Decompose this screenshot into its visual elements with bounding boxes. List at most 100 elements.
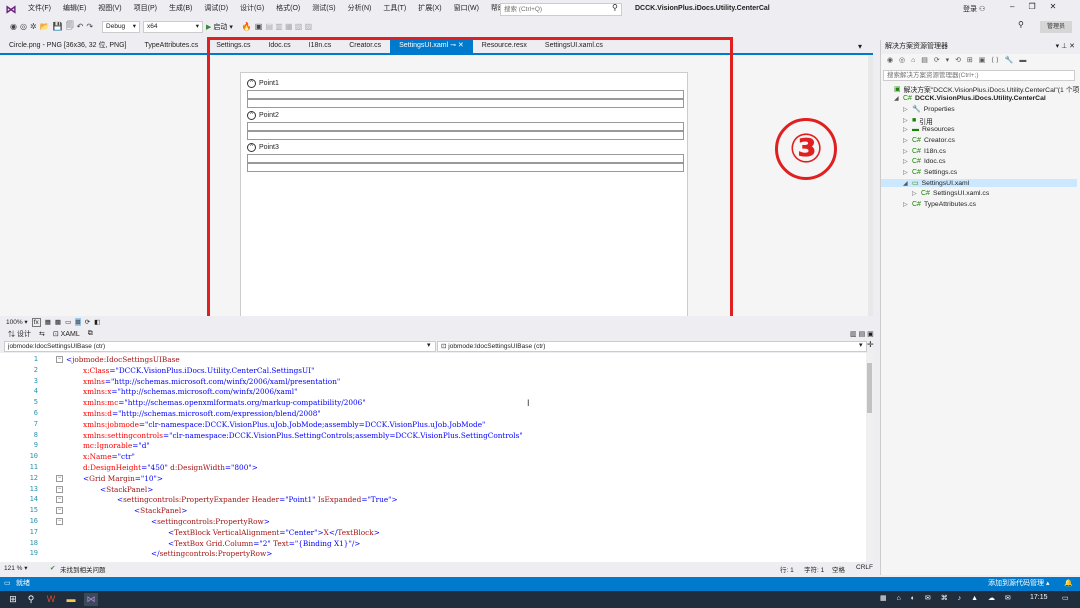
snap-lines-icon[interactable]: ⊞ [75, 318, 81, 326]
code-line[interactable]: mc:Ignorable="d" [83, 441, 150, 450]
toolbar-icons[interactable]: ◉ ◎ ⌂ ▤ ⟳ ▾ ⟲ ⊞ ▣ ⟨⟩ 🔧 ▬ [887, 57, 1028, 64]
fx-icon[interactable]: fx [31, 317, 41, 327]
expand-arrow-icon[interactable]: ◢ [894, 95, 900, 102]
open-icon[interactable]: 📂 [40, 22, 50, 31]
menu-item[interactable]: 工具(T) [377, 0, 412, 18]
visual-studio-taskbar-icon[interactable]: ⋈ [84, 593, 98, 606]
code-line[interactable]: xmlns:mc="http://schemas.openxmlformats.… [83, 398, 366, 407]
fold-toggle-icon[interactable]: − [56, 474, 63, 482]
expand-arrow-icon[interactable]: ▷ [903, 148, 909, 155]
menu-item[interactable]: 调试(D) [198, 0, 234, 18]
refresh-icon[interactable]: ⟳ [85, 318, 90, 326]
add-to-source-control[interactable]: 添加到源代码管理 ▴ [988, 577, 1049, 591]
expand-arrow-icon[interactable]: ▷ [903, 201, 909, 208]
code-line[interactable]: xmlns:x="http://schemas.microsoft.com/wi… [83, 387, 298, 396]
type-navigation-select[interactable]: jobmode:IdocSettingsUIBase (ctr) [4, 341, 436, 352]
redo-icon[interactable]: ↷ [86, 22, 93, 31]
device-icon[interactable]: ◧ [94, 318, 100, 326]
issues-text[interactable]: 未找到相关问题 [60, 564, 106, 574]
designer-vertical-scrollbar[interactable] [868, 55, 873, 316]
menu-item[interactable]: 窗口(W) [448, 0, 485, 18]
menu-item[interactable]: 格式(O) [270, 0, 306, 18]
code-line[interactable]: xmlns:settingcontrols="clr-namespace:DCC… [83, 431, 523, 440]
panel-controls[interactable]: ▾ ⊥ ✕ [1056, 40, 1075, 54]
expand-arrow-icon[interactable]: ▷ [903, 158, 909, 165]
expand-arrow-icon[interactable]: ▷ [903, 137, 909, 144]
tree-item[interactable]: ▷ 🔧 Properties [903, 105, 955, 114]
editor-zoom-select[interactable]: 121 % ▾ [4, 564, 28, 572]
code-line[interactable]: x:Class="DCCK.VisionPlus.iDocs.Utility.C… [83, 366, 314, 375]
back-icon[interactable]: ◉ [10, 22, 17, 31]
code-line[interactable]: d:DesignHeight="450" d:DesignWidth="800"… [83, 463, 258, 472]
tree-item[interactable]: ◢ C# DCCK.VisionPlus.iDocs.Utility.CenterC… [894, 95, 1046, 102]
save-icon[interactable]: 💾 [53, 22, 63, 31]
code-line[interactable]: <settingcontrols:PropertyRow> [151, 517, 270, 526]
live-share-icon[interactable]: ⚲ [1018, 20, 1024, 29]
tree-item[interactable]: ▷ ■ 引用 [903, 116, 933, 126]
code-editor[interactable]: 1− <jobmode:IdocSettingsUIBase 2 x:Class="D… [0, 353, 873, 562]
expand-arrow-icon[interactable]: ▷ [903, 117, 909, 124]
menu-item[interactable]: 设计(G) [234, 0, 270, 18]
document-tab[interactable]: TypeAttributes.cs [136, 39, 208, 53]
tray-icons[interactable]: ▦ ⌂ ◐ ✉ ⌘ ♪ ▲ ☁ ✉ [880, 594, 1015, 602]
swap-panes-icon[interactable]: ⇆ [39, 330, 45, 338]
platform-select[interactable]: x64 ▾ [143, 20, 204, 33]
expand-arrow-icon[interactable]: ▷ [903, 169, 909, 176]
login-button[interactable]: 登录 ⚇ [963, 4, 985, 14]
popout-icon[interactable]: ⧉ [88, 330, 93, 338]
collapse-pane-icon[interactable]: ▣ [867, 331, 874, 338]
start-button[interactable]: ▶ 启动 ▾ [206, 22, 233, 32]
notification-icon[interactable]: 🔔 [1064, 577, 1073, 591]
menu-item[interactable]: 生成(B) [163, 0, 198, 18]
tree-item[interactable]: ▷ C# I18n.cs [903, 148, 946, 155]
search-icon[interactable]: ⚲ [612, 3, 618, 12]
tree-item[interactable]: ▷ C# TypeAttributes.cs [903, 201, 976, 208]
code-line[interactable]: x:Name="ctr" [83, 452, 135, 461]
tree-item[interactable]: ▣ 解决方案"DCCK.VisionPlus.iDocs.Utility.Cent… [885, 84, 1080, 94]
expand-arrow-icon[interactable]: ◢ [903, 180, 909, 187]
expand-arrow-icon[interactable]: ▷ [903, 126, 909, 133]
document-tab[interactable]: Circle.png - PNG [36x36, 32 位, PNG] [0, 39, 136, 53]
grid-icon[interactable]: ▦ [45, 318, 51, 326]
tree-item[interactable]: ▷ C# SettingsUI.xaml.cs [912, 190, 989, 197]
forward-icon[interactable]: ◎ [20, 22, 27, 31]
snap-grid-icon[interactable]: ▩ [55, 318, 61, 326]
code-line[interactable]: <TextBlock VerticalAlignment="Center">X<… [168, 528, 380, 537]
menu-item[interactable]: 编辑(E) [57, 0, 92, 18]
tree-item[interactable]: ▷ ▬ Resources [903, 126, 955, 133]
restore-icon[interactable]: ❐ [1028, 2, 1035, 11]
browser-icon[interactable]: 🔥 [242, 22, 252, 31]
code-line[interactable]: </settingcontrols:PropertyRow> [151, 549, 272, 558]
member-navigation-select[interactable]: ⊡ jobmode:IdocSettingsUIBase (ctr) [437, 341, 867, 352]
editor-scroll-thumb[interactable] [867, 363, 872, 413]
code-line[interactable]: <TextBox Grid.Column="2" Text="{Binding … [168, 539, 360, 548]
notifications-icon[interactable]: ▭ [1062, 594, 1069, 602]
code-area[interactable]: 1− <jobmode:IdocSettingsUIBase 2 x:Class="D… [0, 353, 866, 562]
xaml-view-button[interactable]: ⊡ XAML [53, 330, 80, 338]
search-input[interactable]: 搜索 (Ctrl+Q) [500, 3, 622, 16]
tree-item[interactable]: ▷ C# Creator.cs [903, 137, 955, 144]
solution-search-input[interactable]: 搜索解决方案资源管理器(Ctrl+;) [883, 70, 1075, 81]
expand-arrow-icon[interactable]: ▷ [903, 106, 909, 113]
clock[interactable]: 17:15 [1030, 594, 1048, 601]
zoom-select[interactable]: 100% ▾ [6, 318, 28, 326]
layout-icon[interactable]: ▣ [255, 22, 263, 31]
file-explorer-icon[interactable]: ▬ [64, 593, 78, 606]
artboard-icon[interactable]: ▭ [65, 318, 71, 326]
tree-item[interactable]: ◢ ▭ SettingsUI.xaml [881, 179, 1077, 188]
code-line[interactable]: <Grid Margin="10"> [83, 474, 163, 483]
new-project-icon[interactable]: ✲ [30, 22, 37, 31]
menu-item[interactable]: 项目(P) [128, 0, 163, 18]
code-line[interactable]: <StackPanel> [100, 485, 153, 494]
fold-toggle-icon[interactable]: − [56, 356, 63, 363]
search-icon[interactable]: ⚲ [24, 593, 38, 606]
wps-icon[interactable]: W [44, 593, 58, 606]
split-horizontal-icon[interactable]: ▥ [850, 331, 857, 338]
code-line[interactable]: xmlns="http://schemas.microsoft.com/winf… [83, 377, 340, 386]
split-vertical-icon[interactable]: ▤ [859, 331, 866, 338]
tab-overflow-icon[interactable]: ▾ [858, 42, 862, 51]
login-label[interactable]: 登录 [963, 6, 977, 13]
code-line[interactable]: xmlns:jobmode="clr-namespace:DCCK.Vision… [83, 420, 485, 429]
fold-toggle-icon[interactable]: − [56, 485, 63, 493]
fold-toggle-icon[interactable]: − [56, 518, 63, 525]
